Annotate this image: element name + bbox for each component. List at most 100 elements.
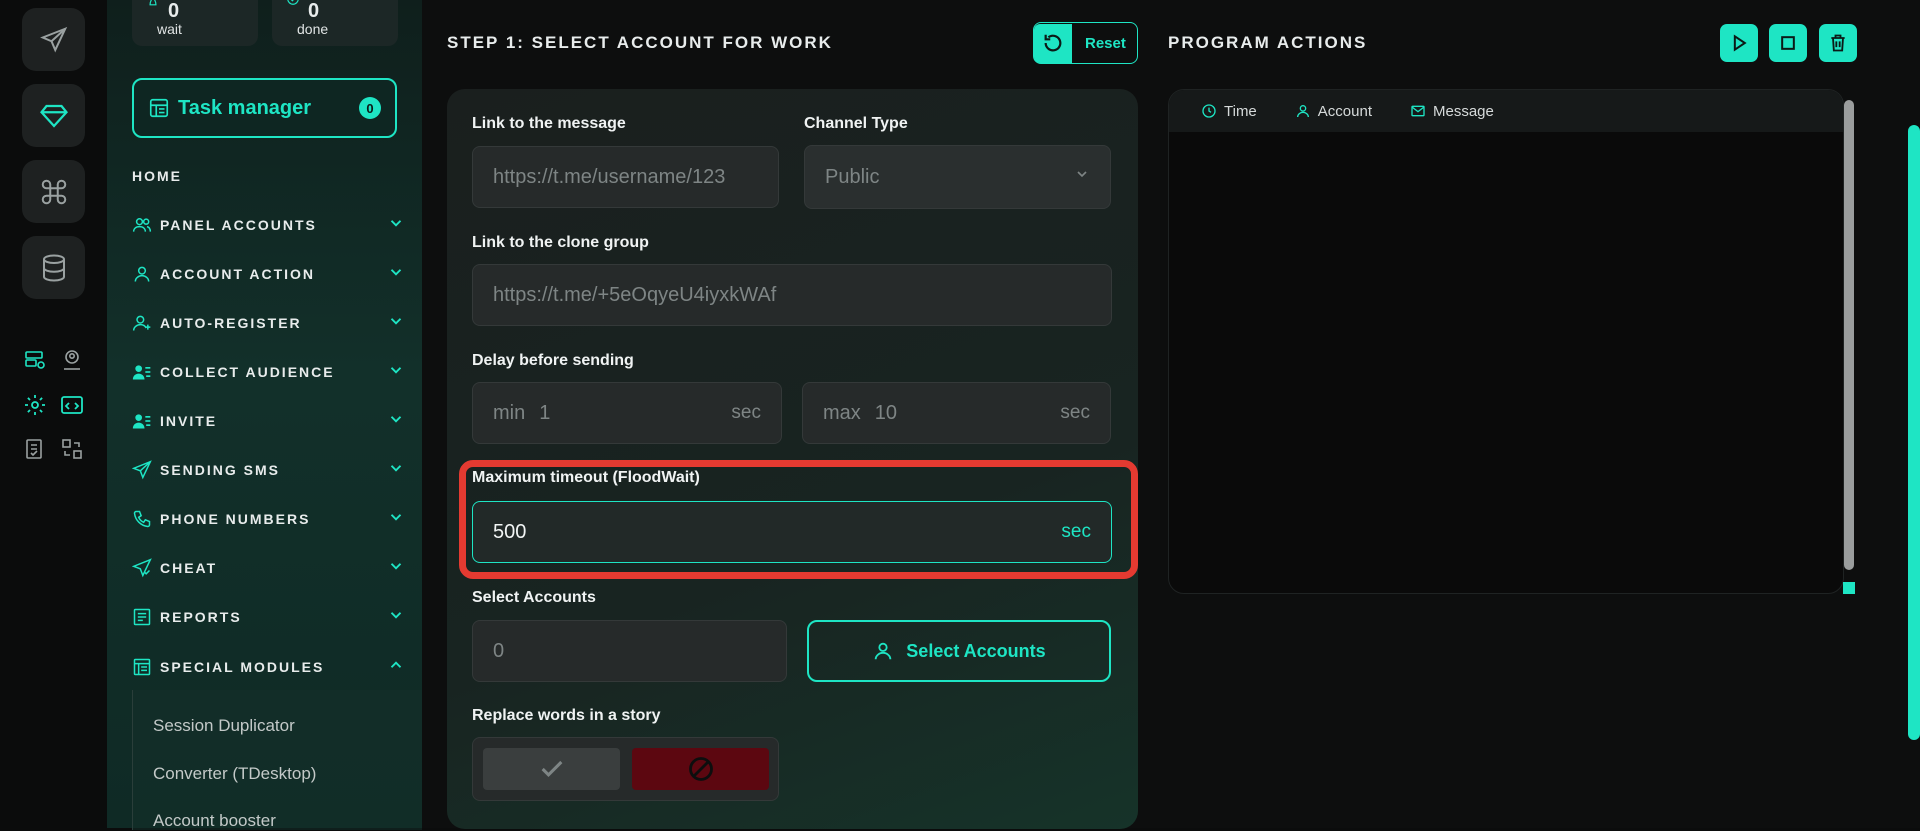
floodwait-unit: sec [1061,521,1091,542]
task-manager-button[interactable]: Task manager 0 [132,78,397,138]
delay-min-value: 1 [539,401,551,424]
submenu-item-session-duplicator[interactable]: Session Duplicator [153,716,295,736]
nav-item-account-action[interactable]: ACCOUNT ACTION [132,261,405,287]
nav-item-label: CHEAT [160,560,218,576]
chevron-down-icon [1077,171,1087,178]
done-label: done [297,21,329,37]
nav-item-phone-numbers[interactable]: PHONE NUMBERS [132,506,405,532]
user-pin-icon [64,350,80,370]
user-plus-icon [132,315,151,331]
nav-item-label: INVITE [160,413,218,429]
trash-icon [1831,34,1845,52]
special-modules-submenu: Session Duplicator Converter (TDesktop) … [132,690,422,830]
log-resize-handle[interactable] [1843,582,1855,594]
delay-max-value: 10 [874,401,898,424]
clone-group-placeholder: https://t.me/+5eOqyeU4iyxkWAf [493,283,777,306]
wait-counter: 0 wait [132,0,258,46]
delay-label: Delay before sending [472,352,634,369]
channel-type-value: Public [825,165,880,188]
server-check-rail-button[interactable] [22,347,48,373]
clock-icon [1202,104,1216,118]
task-manager-badge: 0 [359,97,381,119]
selected-accounts-count[interactable]: 0 [472,620,787,682]
selected-accounts-value: 0 [493,639,505,662]
modules-icon [133,658,151,676]
nav-item-label: REPORTS [160,609,242,625]
replace-words-on[interactable] [483,748,620,790]
nav-item-invite[interactable]: INVITE [132,408,405,434]
nav-item-panel-accounts[interactable]: PANEL ACCOUNTS [132,212,405,238]
grid-swap-icon [62,439,82,459]
server-check-icon [25,351,45,369]
page-scrollbar[interactable] [1908,125,1920,740]
floodwait-label: Maximum timeout (FloodWait) [472,469,700,486]
nav-item-special-modules[interactable]: SPECIAL MODULES [132,654,405,680]
play-button[interactable] [1720,24,1758,62]
send-rail-button[interactable] [22,8,85,71]
reset-button[interactable]: Reset [1033,22,1138,64]
floodwait-input[interactable]: 500 sec [472,501,1112,563]
nav-item-collect-audience[interactable]: COLLECT AUDIENCE [132,359,405,385]
done-counter: 0 done [272,0,398,46]
chevron-down-icon [390,513,402,521]
diamond-icon [39,104,68,128]
user-list-icon [132,414,151,429]
users-icon [132,218,152,232]
settings-rail-button[interactable] [22,392,48,418]
channel-type-select[interactable]: Public [804,145,1111,209]
chevron-down-icon [390,464,402,472]
nav-item-reports[interactable]: REPORTS [132,604,405,630]
delay-max-input[interactable]: max 10 sec [802,382,1111,444]
nav-item-label: COLLECT AUDIENCE [160,364,335,380]
command-rail-button[interactable] [22,160,85,223]
chevron-down-icon [390,317,402,325]
nav-item-sending-sms[interactable]: SENDING SMS [132,457,405,483]
user-list-icon [132,365,151,380]
delay-max-prefix: max [823,401,861,424]
log-column-account-label: Account [1317,102,1372,120]
reset-icon [1044,34,1062,52]
database-icon [42,254,65,282]
chevron-down-icon [390,219,402,227]
submenu-item-account-booster[interactable]: Account booster [153,811,276,831]
program-actions-title: PROGRAM ACTIONS [1168,33,1368,52]
nav-item-cheat[interactable]: CHEAT [132,555,405,581]
replace-words-off[interactable] [632,748,769,790]
nav-item-auto-register[interactable]: AUTO-REGISTER [132,310,405,336]
message-link-placeholder: https://t.me/username/123 [493,165,726,188]
replace-words-toggle [472,737,779,801]
report-icon [133,608,151,626]
clone-group-input[interactable]: https://t.me/+5eOqyeU4iyxkWAf [472,264,1112,326]
log-column-time: Time [1201,103,1257,120]
delay-min-input[interactable]: min 1 sec [472,382,782,444]
select-accounts-label: Select Accounts [472,589,596,606]
code-window-rail-button[interactable] [59,392,85,418]
diamond-rail-button[interactable] [22,84,85,147]
task-manager-icon [149,98,169,118]
grid-swap-rail-button[interactable] [59,436,85,462]
log-column-message: Message [1410,103,1494,120]
chevron-down-icon [390,415,402,423]
checklist-rail-button[interactable] [22,436,48,462]
check-icon [541,760,562,777]
database-rail-button[interactable] [22,236,85,299]
delete-button[interactable] [1819,24,1857,62]
select-accounts-button-label: Select Accounts [906,640,1046,661]
message-link-input[interactable]: https://t.me/username/123 [472,146,779,208]
log-scrollbar[interactable] [1844,100,1854,570]
select-accounts-button[interactable]: Select Accounts [807,620,1111,682]
nav-item-label: ACCOUNT ACTION [160,266,316,282]
nav-home[interactable]: HOME [132,168,182,184]
stop-button[interactable] [1769,24,1807,62]
channel-type-label: Channel Type [804,115,908,132]
submenu-item-converter[interactable]: Converter (TDesktop) [153,764,316,784]
nav-panel: 0 wait 0 done Task manager 0 HOME PANEL … [107,0,422,830]
nav-item-label: SENDING SMS [160,462,281,478]
log-column-time-label: Time [1224,102,1257,120]
chevron-down-icon [390,268,402,276]
checklist-icon [26,439,42,459]
wait-label: wait [157,21,182,37]
paper-plane-icon [132,460,152,480]
chevron-up-icon [390,660,402,668]
user-pin-rail-button[interactable] [59,347,85,373]
